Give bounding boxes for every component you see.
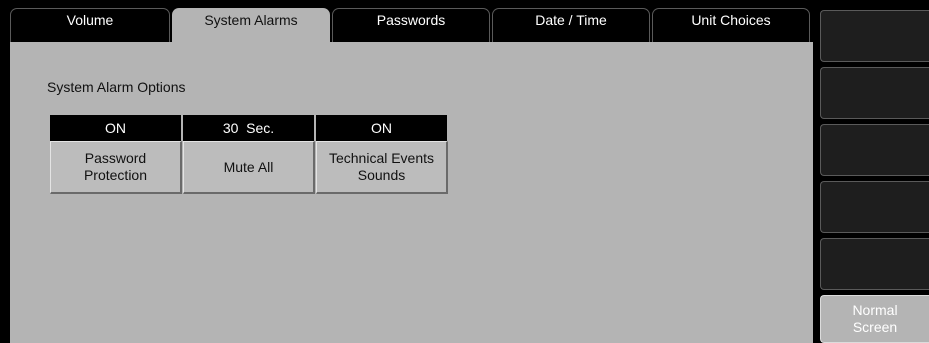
side-button-3[interactable]	[820, 124, 929, 176]
side-button-4[interactable]	[820, 181, 929, 233]
tab-volume[interactable]: Volume	[10, 8, 170, 44]
side-button-5[interactable]	[820, 238, 929, 290]
technical-events-sounds-button[interactable]: Technical Events Sounds	[316, 141, 448, 194]
password-protection-button[interactable]: Password Protection	[50, 141, 182, 194]
tab-unit-choices[interactable]: Unit Choices	[652, 8, 810, 44]
option-technical-events-sounds: ON Technical Events Sounds	[316, 115, 448, 194]
option-password-protection: ON Password Protection	[50, 115, 182, 194]
settings-panel: System Alarm Options ON Password Protect…	[10, 42, 813, 343]
option-value: ON	[50, 115, 182, 141]
tab-date-time[interactable]: Date / Time	[492, 8, 650, 44]
option-mute-all: 30 Sec. Mute All	[183, 115, 315, 194]
tab-bar: Volume System Alarms Passwords Date / Ti…	[0, 0, 816, 48]
mute-all-button[interactable]: Mute All	[183, 141, 315, 194]
option-value: ON	[316, 115, 448, 141]
tab-passwords[interactable]: Passwords	[332, 8, 490, 44]
side-button-2[interactable]	[820, 67, 929, 119]
section-title: System Alarm Options	[47, 79, 186, 95]
side-button-1[interactable]	[820, 10, 929, 62]
normal-screen-button[interactable]: Normal Screen	[820, 295, 929, 343]
option-value: 30 Sec.	[183, 115, 315, 141]
side-button-column: Normal Screen	[817, 0, 929, 343]
